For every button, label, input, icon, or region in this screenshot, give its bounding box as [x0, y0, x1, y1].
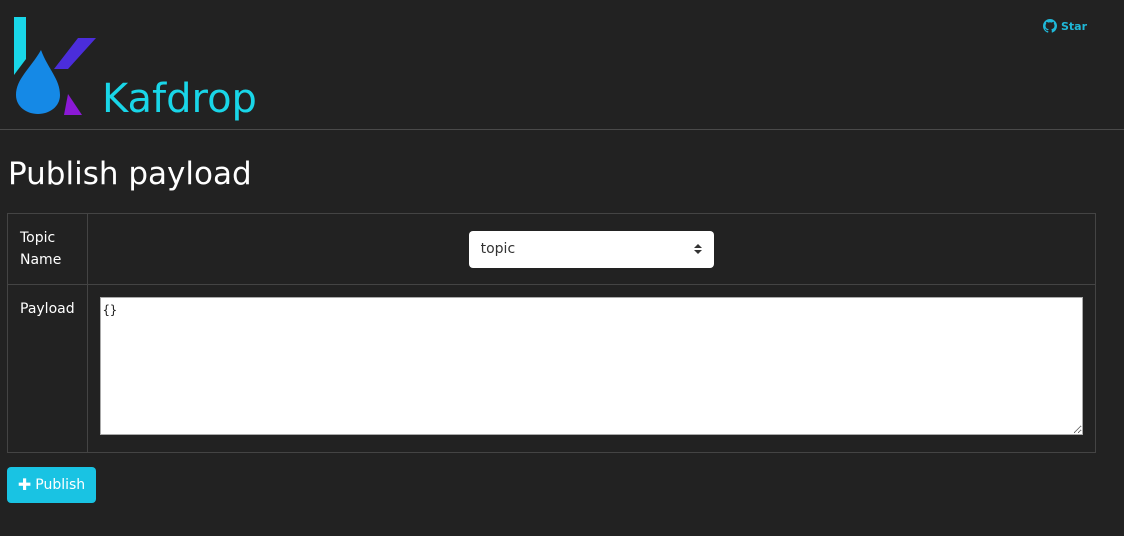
publish-button-label: Publish	[35, 477, 86, 493]
payload-label: Payload	[7, 284, 88, 453]
app-header: Kafdrop Star	[0, 0, 1124, 130]
github-star-label: Star	[1061, 19, 1088, 33]
select-arrows-icon	[693, 244, 702, 254]
publish-form-table: Topic Name topic Payload {}	[7, 213, 1096, 453]
github-icon	[1043, 19, 1057, 33]
topic-select[interactable]: topic	[468, 230, 714, 268]
page-title: Publish payload	[8, 156, 252, 192]
payload-textarea[interactable]: {}	[99, 297, 1083, 435]
publish-button[interactable]: ✚ Publish	[7, 467, 96, 503]
topic-name-label: Topic Name	[7, 213, 88, 285]
plus-icon: ✚	[17, 475, 32, 494]
payload-cell: {}	[86, 284, 1096, 453]
topic-select-cell: topic	[86, 213, 1096, 285]
topic-select-value: topic	[480, 241, 516, 257]
payload-row: Payload {}	[7, 284, 1096, 453]
brand-name[interactable]: Kafdrop	[102, 73, 257, 125]
kafdrop-logo-icon	[14, 17, 96, 115]
topic-row: Topic Name topic	[7, 213, 1096, 285]
github-star-button[interactable]: Star	[1043, 19, 1087, 33]
